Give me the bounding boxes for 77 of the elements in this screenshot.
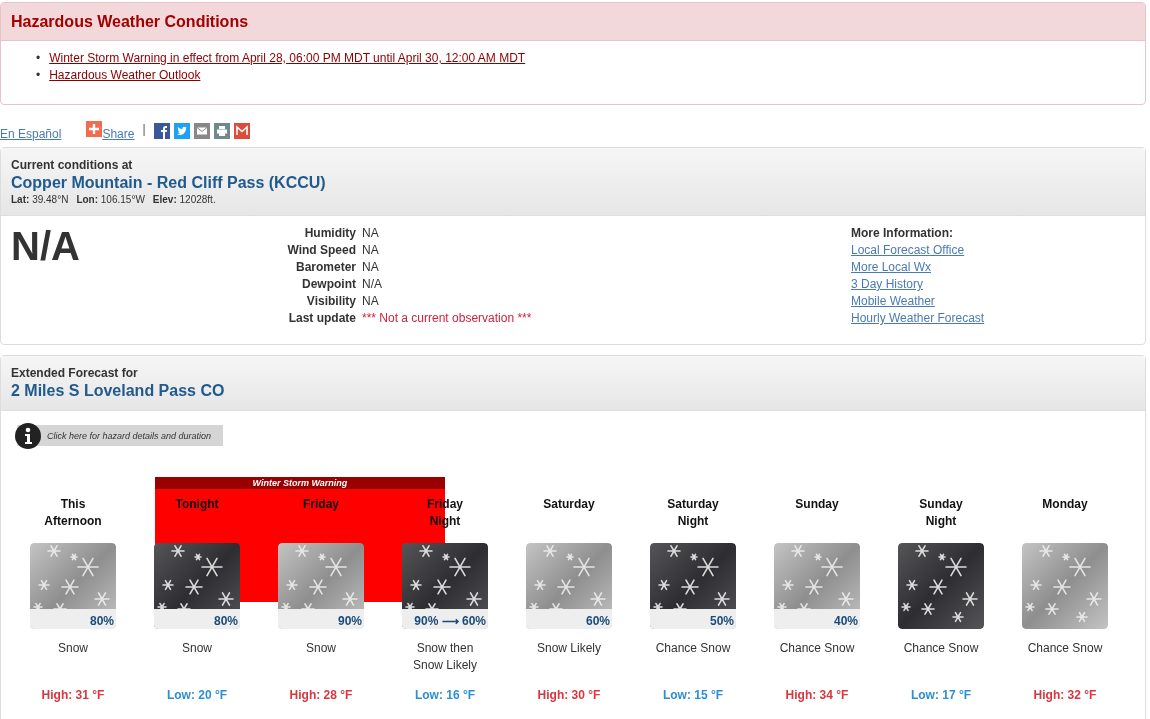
precipitation-chance: 80% (89, 613, 114, 628)
period-name: Monday (1041, 495, 1089, 513)
detail-label: Last update (287, 311, 356, 325)
email-icon[interactable] (193, 123, 210, 139)
detail-value: NA (362, 243, 380, 257)
info-icon (15, 422, 41, 449)
coordinate: Lon: 106.15°W (76, 194, 145, 205)
detail-label: Wind Speed (286, 243, 356, 257)
precipitation-chance: 80% (213, 613, 238, 628)
more-info-title: More Information: (851, 226, 954, 240)
temperature-forecast: Low: 17 °F (910, 687, 972, 702)
period-name: Tonight (174, 495, 220, 513)
period-name: Friday (302, 495, 340, 513)
forecast-description: Chance Snow (778, 639, 856, 657)
precipitation-chance: 50% (709, 613, 734, 628)
printer-icon[interactable] (213, 123, 230, 139)
gmail-icon[interactable] (233, 123, 250, 139)
facebook-icon[interactable] (153, 123, 170, 139)
forecast-description: Chance Snow (654, 639, 732, 657)
bullet: • (36, 67, 41, 84)
forecast-description: Snow (57, 639, 89, 657)
detail-label: Visibility (305, 294, 356, 308)
coordinate: Elev: 12028ft. (152, 194, 216, 205)
temperature-forecast: High: 32 °F (1033, 687, 1097, 702)
station-name: Copper Mountain - Red Cliff Pass (KCCU) (11, 174, 327, 192)
temperature-forecast: Low: 15 °F (662, 687, 724, 702)
info-link[interactable]: Mobile Weather (851, 294, 985, 308)
forecast-description: Chance Snow (1026, 639, 1104, 657)
warning-label: Winter Storm Warning (155, 476, 445, 489)
bullet: • (36, 50, 41, 67)
info-link[interactable]: Local Forecast Office (851, 243, 985, 257)
share-link[interactable]: Share (102, 127, 135, 141)
detail-label: Humidity (303, 226, 356, 240)
temperature-forecast: Low: 20 °F (166, 687, 228, 702)
period-name: This Afternoon (43, 495, 103, 530)
bird-icon[interactable] (173, 123, 190, 139)
temperature-forecast: Low: 16 °F (414, 687, 476, 702)
detail-value: NA (362, 260, 380, 274)
forecast-location: 2 Miles S Loveland Pass CO (11, 382, 226, 400)
info-link[interactable]: 3 Day History (851, 277, 985, 291)
section-heading: Current conditions at (11, 158, 134, 172)
forecast-description: Snow Likely (536, 639, 602, 657)
period-name: Sunday Night (918, 495, 964, 530)
info-link[interactable]: More Local Wx (851, 260, 985, 274)
panel-title: Hazardous Weather Conditions (11, 13, 249, 30)
detail-value: NA (362, 226, 380, 240)
detail-value: *** Not a current observation *** (362, 311, 533, 325)
temperature-forecast: High: 30 °F (537, 687, 601, 702)
info-link[interactable]: Hourly Weather Forecast (851, 311, 985, 325)
hazard-link[interactable]: Winter Storm Warning in effect from April 28, 06:00 PM MDT until April 30, 12:00 AM MDT (49, 50, 526, 67)
temperature-forecast: High: 34 °F (785, 687, 849, 702)
precipitation-chance: 90% (337, 613, 362, 628)
coordinate: Lat: 39.48°N (11, 194, 69, 205)
temperature: N/A (11, 226, 81, 270)
forecast-description: Snow (305, 639, 337, 657)
detail-label: Barometer (294, 260, 356, 274)
precipitation-chance: 60% (585, 613, 610, 628)
language-link[interactable]: En Español (0, 127, 62, 141)
detail-value: NA (362, 294, 380, 308)
temperature-forecast: High: 31 °F (41, 687, 105, 702)
plus-icon[interactable] (86, 121, 103, 137)
section-heading: Extended Forecast for (11, 366, 139, 380)
separator: | (142, 122, 146, 136)
detail-label: Dewpoint (301, 277, 356, 291)
forecast-description: Snow (181, 639, 213, 657)
period-name: Friday Night (426, 495, 464, 530)
hazard-link[interactable]: Hazardous Weather Outlook (49, 67, 201, 84)
detail-value: N/A (362, 277, 383, 291)
period-name: Saturday Night (666, 495, 720, 530)
hazard-details-button[interactable]: Click here for hazard details and duration (17, 425, 224, 446)
forecast-description: Snow then Snow Likely (412, 639, 478, 674)
precipitation-chance: 90% ⟶ 60% (414, 613, 486, 628)
precipitation-chance: 40% (833, 613, 858, 628)
forecast-description: Chance Snow (902, 639, 980, 657)
temperature-forecast: High: 28 °F (289, 687, 353, 702)
period-name: Saturday (542, 495, 596, 513)
period-name: Sunday (794, 495, 840, 513)
